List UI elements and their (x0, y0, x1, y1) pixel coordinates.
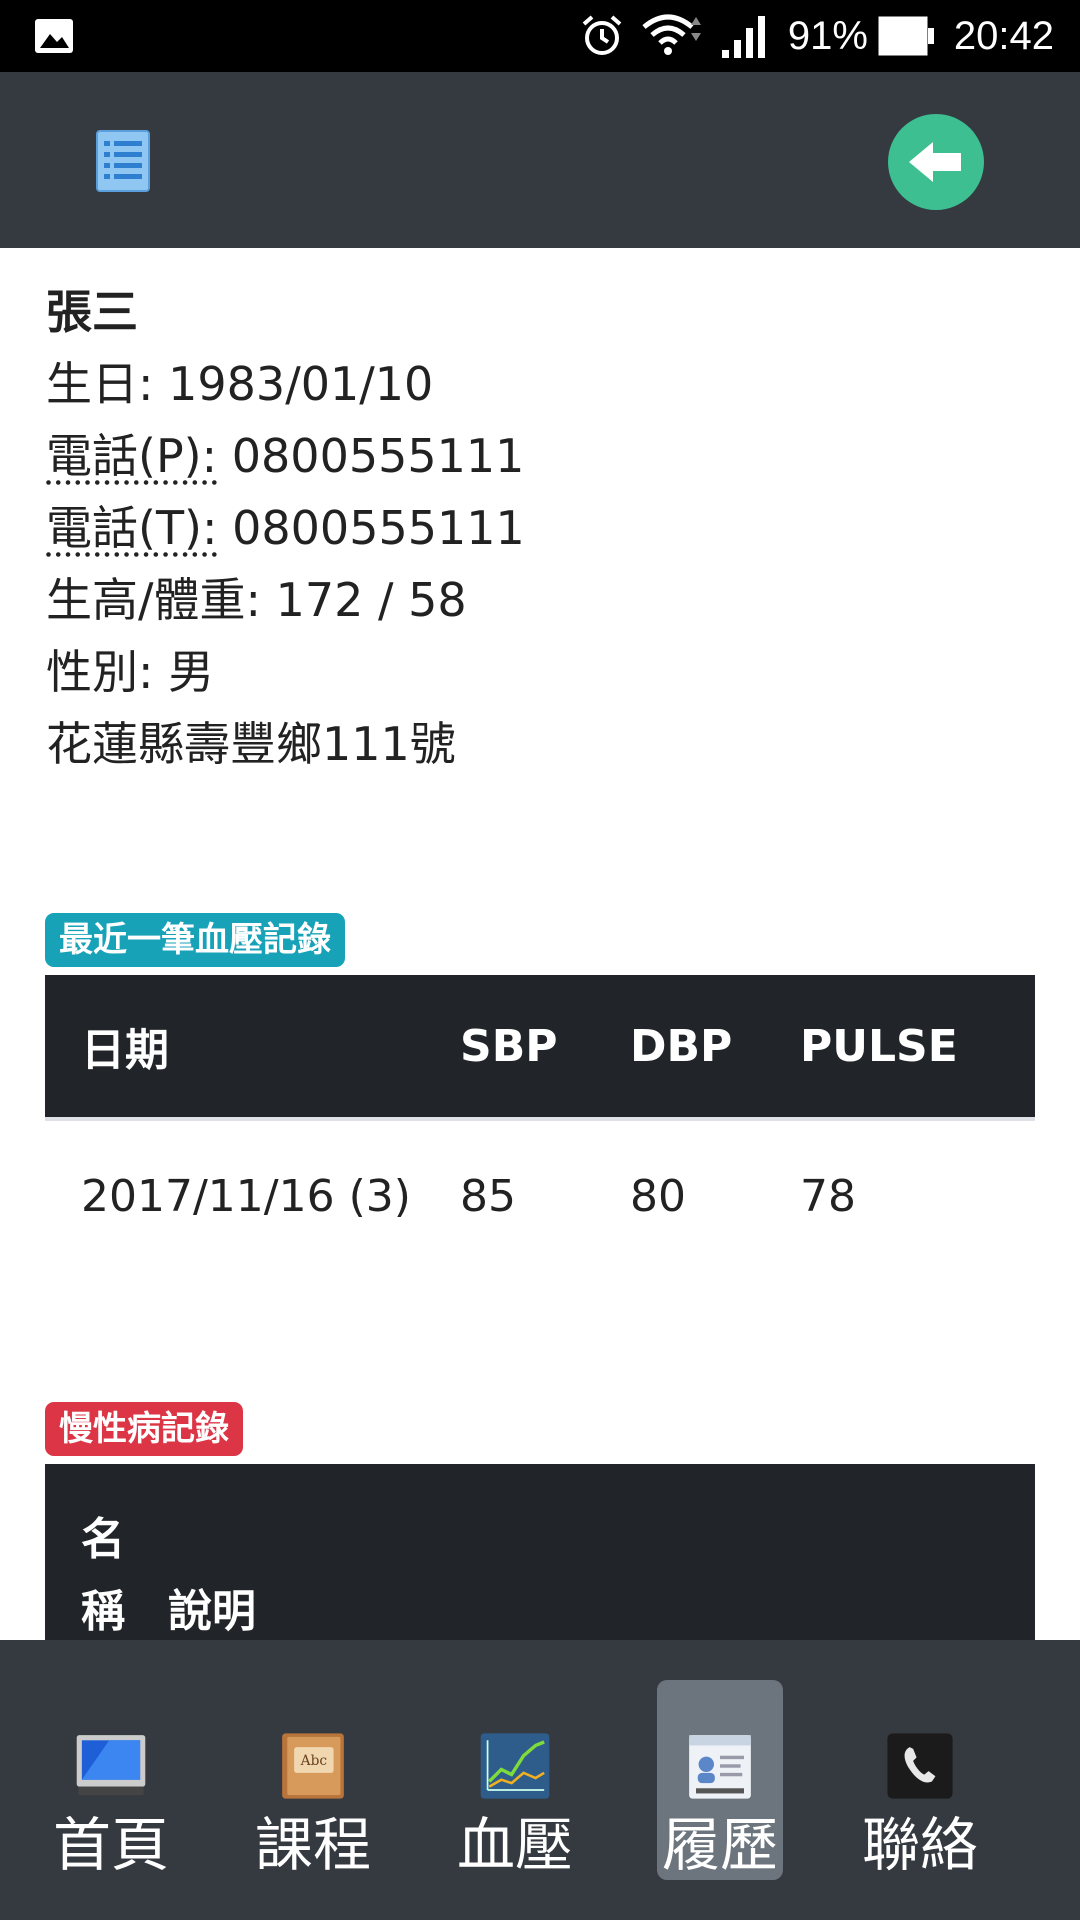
nav-label-profile: 履歷 (661, 1811, 778, 1879)
nav-item-blood-pressure[interactable]: 血壓 (452, 1680, 578, 1880)
birthday-row: 生日: 1983/01/10 (46, 348, 1036, 420)
bottom-nav: 首頁 Abc 課程 血壓 履歷 聯絡 (0, 1640, 1080, 1920)
phone-t-label: 電話(T): (46, 501, 218, 555)
col-date: 日期 (45, 975, 459, 1119)
status-icons: 91% 20:42 (580, 13, 1054, 59)
cell-sbp: 85 (459, 1117, 629, 1271)
cell-dbp: 80 (629, 1117, 799, 1271)
phone-p-label: 電話(P): (46, 429, 218, 483)
profile-info: 張三 生日: 1983/01/10 電話(P): 0800555111 電話(T… (46, 276, 1036, 780)
status-time: 20:42 (953, 13, 1054, 58)
battery-percent: 91% (787, 13, 868, 58)
phone-p-value: 0800555111 (231, 429, 525, 483)
book-icon: Abc (282, 1733, 344, 1799)
chronic-section-badge: 慢性病記錄 (45, 1402, 243, 1456)
back-button[interactable] (888, 114, 984, 210)
list-icon (96, 130, 150, 192)
nav-label-contact: 聯絡 (861, 1811, 978, 1879)
wifi-icon (642, 14, 701, 55)
cell-pulse: 78 (799, 1117, 1035, 1271)
phone-t-row: 電話(T): 0800555111 (46, 492, 1036, 564)
birthday-value: 1983/01/10 (168, 357, 434, 411)
gender-value: 男 (168, 645, 215, 699)
nav-item-home[interactable]: 首頁 (48, 1680, 174, 1880)
nav-item-contact[interactable]: 聯絡 (857, 1680, 983, 1880)
height-weight-value: 172 / 58 (275, 573, 467, 627)
phone-t-value: 0800555111 (232, 501, 525, 555)
nav-label-home: 首頁 (52, 1811, 169, 1879)
monitor-icon (76, 1735, 146, 1796)
battery-icon (878, 16, 934, 56)
birthday-label: 生日: (46, 357, 154, 411)
arrow-left-icon (909, 142, 961, 182)
height-weight-label: 生高/體重: (46, 573, 261, 627)
status-bar: 91% 20:42 (0, 0, 1080, 72)
svg-text:Abc: Abc (300, 1753, 328, 1769)
height-weight-row: 生高/體重: 172 / 58 (46, 564, 1036, 636)
col-name-line1: 名 (81, 1514, 125, 1565)
col-desc-label: 說明 (168, 1586, 256, 1637)
nav-label-blood-pressure: 血壓 (456, 1811, 573, 1879)
address: 花蓮縣壽豐鄉111號 (46, 717, 456, 771)
bp-table: 日期 SBP DBP PULSE 2017/11/16 (3) 85 80 78 (45, 975, 1035, 1271)
bp-section-badge: 最近一筆血壓記錄 (45, 913, 345, 967)
menu-button[interactable] (96, 130, 150, 192)
alarm-icon (582, 15, 622, 55)
gender-row: 性別: 男 (46, 636, 1036, 708)
phone-icon (887, 1733, 953, 1799)
app-header (0, 72, 1080, 248)
id-card-icon (689, 1735, 751, 1799)
cell-date: 2017/11/16 (3) (45, 1117, 459, 1271)
patient-name: 張三 (46, 285, 138, 339)
gender-label: 性別: (46, 645, 154, 699)
phone-p-row: 電話(P): 0800555111 (46, 420, 1036, 492)
bp-table-header: 日期 SBP DBP PULSE (45, 975, 1035, 1119)
nav-label-courses: 課程 (254, 1811, 371, 1879)
nav-item-courses[interactable]: Abc 課程 (250, 1680, 376, 1880)
col-sbp: SBP (459, 975, 629, 1119)
chart-icon (480, 1733, 550, 1799)
table-row: 2017/11/16 (3) 85 80 78 (45, 1117, 1035, 1271)
col-pulse: PULSE (799, 975, 1035, 1119)
col-name-line2: 稱 (81, 1586, 125, 1637)
nav-item-profile[interactable]: 履歷 (657, 1680, 783, 1880)
col-dbp: DBP (629, 975, 799, 1119)
gallery-icon (35, 19, 73, 53)
signal-icon (721, 16, 765, 58)
